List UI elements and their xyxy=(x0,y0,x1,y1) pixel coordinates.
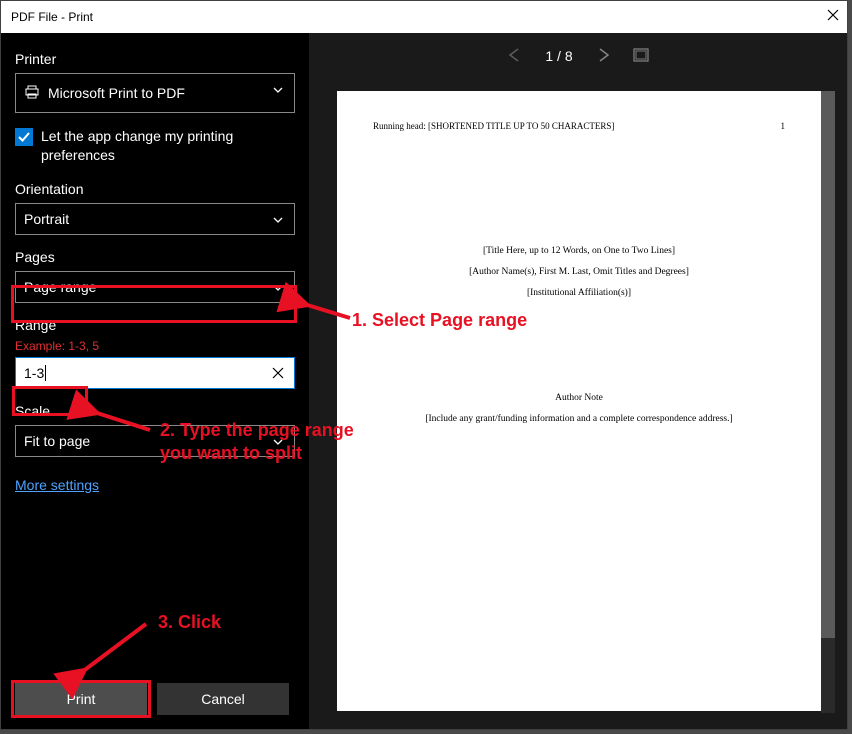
dialog-body: Printer Microsoft Print to PDF Let the a… xyxy=(1,33,847,729)
range-input[interactable]: 1-3 xyxy=(15,357,295,389)
chevron-down-icon xyxy=(272,435,284,451)
doc-title: [Title Here, up to 12 Words, on One to T… xyxy=(373,241,785,262)
window-title: PDF File - Print xyxy=(11,10,93,24)
checkbox-label: Let the app change my printing preferenc… xyxy=(41,127,295,165)
checkbox-checked-icon[interactable] xyxy=(15,128,33,146)
orientation-selected: Portrait xyxy=(24,211,69,227)
app-preferences-checkbox-row[interactable]: Let the app change my printing preferenc… xyxy=(15,127,295,165)
doc-affiliation: [Institutional Affiliation(s)] xyxy=(373,283,785,304)
preview-toolbar: 1 / 8 xyxy=(309,33,847,79)
printer-selected: Microsoft Print to PDF xyxy=(48,85,185,101)
author-note-body: [Include any grant/funding information a… xyxy=(373,409,785,430)
range-value: 1-3 xyxy=(24,365,44,381)
scrollbar-thumb[interactable] xyxy=(821,91,835,638)
document-preview: Running head: [SHORTENED TITLE UP TO 50 … xyxy=(337,91,821,711)
fullscreen-icon[interactable] xyxy=(633,48,649,65)
doc-author: [Author Name(s), First M. Last, Omit Tit… xyxy=(373,262,785,283)
print-dialog: PDF File - Print Printer Microsoft Print… xyxy=(0,0,848,730)
scale-label: Scale xyxy=(15,403,295,419)
titlebar: PDF File - Print xyxy=(1,1,847,33)
preview-panel: 1 / 8 Running head: [SHORTENED TITLE UP … xyxy=(309,33,847,729)
printer-label: Printer xyxy=(15,51,295,67)
dialog-buttons: Print Cancel xyxy=(15,683,289,715)
prev-page-icon[interactable] xyxy=(507,47,523,66)
clear-icon[interactable] xyxy=(272,366,284,382)
next-page-icon[interactable] xyxy=(595,47,611,66)
scale-dropdown[interactable]: Fit to page xyxy=(15,425,295,457)
printer-icon xyxy=(24,84,40,103)
pages-label: Pages xyxy=(15,249,295,265)
preview-area: Running head: [SHORTENED TITLE UP TO 50 … xyxy=(309,79,847,729)
author-note-heading: Author Note xyxy=(373,388,785,409)
more-settings-link[interactable]: More settings xyxy=(15,477,295,493)
running-head: Running head: [SHORTENED TITLE UP TO 50 … xyxy=(373,121,614,131)
chevron-down-icon xyxy=(272,213,284,229)
pages-selected: Page range xyxy=(24,279,96,295)
settings-panel: Printer Microsoft Print to PDF Let the a… xyxy=(1,33,309,729)
page-indicator: 1 / 8 xyxy=(545,48,572,64)
pages-dropdown[interactable]: Page range xyxy=(15,271,295,303)
range-label: Range xyxy=(15,317,295,333)
page-number: 1 xyxy=(781,121,786,131)
preview-scrollbar[interactable] xyxy=(821,91,835,713)
orientation-dropdown[interactable]: Portrait xyxy=(15,203,295,235)
chevron-down-icon xyxy=(272,281,284,297)
close-icon[interactable] xyxy=(827,8,839,26)
cancel-button[interactable]: Cancel xyxy=(157,683,289,715)
printer-dropdown[interactable]: Microsoft Print to PDF xyxy=(15,73,295,113)
print-button[interactable]: Print xyxy=(15,683,147,715)
range-example: Example: 1-3, 5 xyxy=(15,339,295,353)
scale-selected: Fit to page xyxy=(24,433,90,449)
orientation-label: Orientation xyxy=(15,181,295,197)
chevron-down-icon xyxy=(272,83,284,99)
